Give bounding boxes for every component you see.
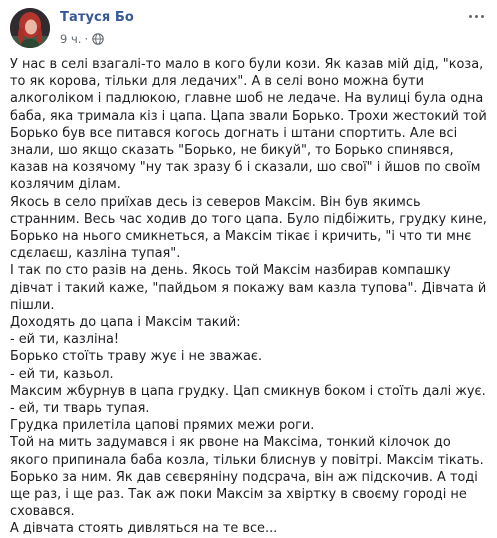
post-paragraph: - ей ти, казліна!: [10, 332, 120, 348]
post-paragraph: Максим жбурнув в цапа грудку. Цап смикну…: [10, 383, 486, 399]
post-paragraph: - ей ти, казьол.: [10, 366, 114, 382]
post-paragraph: І так по сто разів на день. Якось той Ма…: [10, 263, 487, 313]
post-paragraph: Доходять до цапа і Максім такий:: [10, 315, 241, 331]
author-name[interactable]: Татуся Бо: [60, 10, 134, 25]
post-meta: 9 ч. ·: [60, 32, 104, 46]
post-body: У нас в селі взагалі-то мало в кого були…: [10, 56, 488, 538]
post-paragraph: А дівчата стоять дивляться на те все...: [10, 521, 278, 537]
facebook-post: Татуся Бо 9 ч. · У нас в селі взагалі-то…: [0, 0, 497, 536]
globe-icon[interactable]: [92, 33, 104, 45]
meta-separator: ·: [84, 32, 89, 46]
post-header: Татуся Бо 9 ч. ·: [10, 8, 487, 52]
post-paragraph: Борько стоїть траву жує і не зважає.: [10, 349, 263, 365]
post-paragraph: Той на мить задумався і як рвоне на Макс…: [10, 435, 484, 520]
post-timestamp[interactable]: 9 ч.: [60, 32, 81, 46]
author-avatar[interactable]: [10, 8, 50, 48]
post-paragraph: Якось в село приїхав десь із северов Мак…: [10, 194, 487, 262]
post-paragraph: Грудка прилетіла цапові прямих межи роги…: [10, 418, 315, 434]
avatar-image: [10, 8, 50, 48]
post-paragraph: У нас в селі взагалі-то мало в кого були…: [10, 57, 487, 193]
more-options-icon[interactable]: [465, 8, 487, 24]
post-paragraph: - ей, ти тварь тупая.: [10, 401, 150, 417]
